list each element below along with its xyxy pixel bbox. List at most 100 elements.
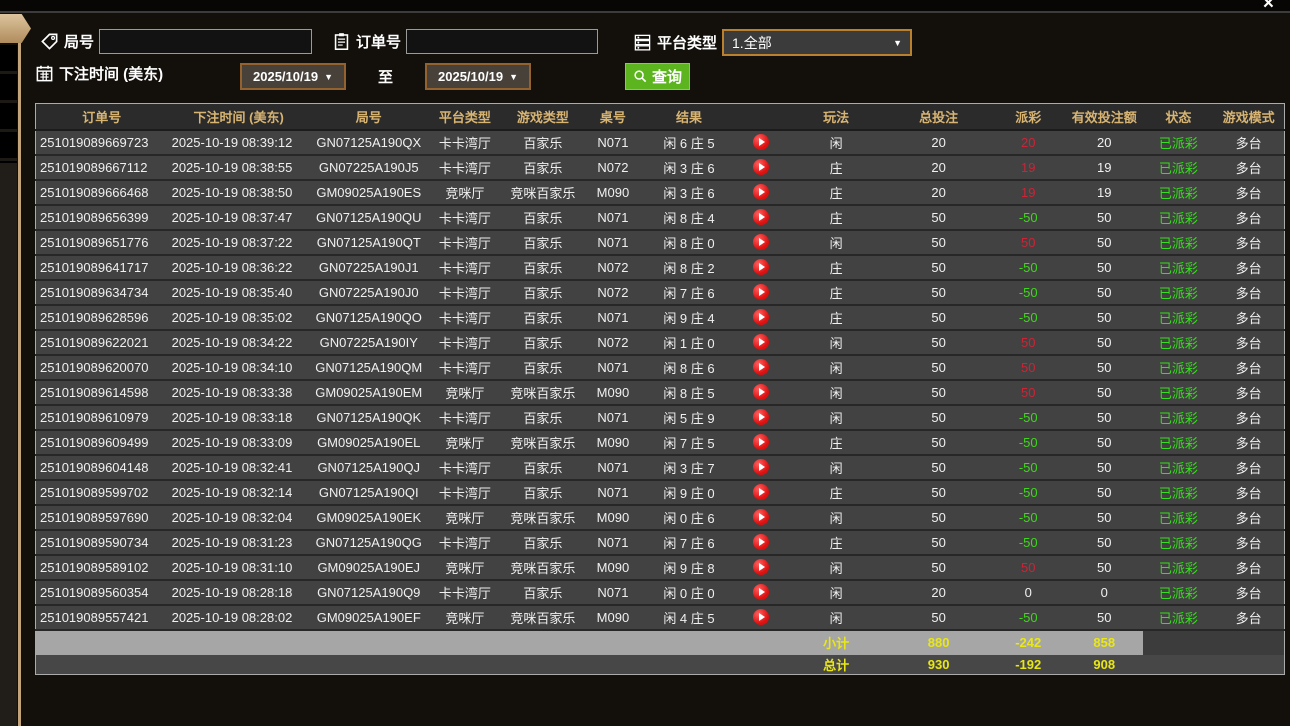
cell-result: 闲 8 庄 0	[642, 230, 736, 255]
cell-valid-bet: 50	[1065, 505, 1143, 530]
cell-time: 2025-10-19 08:33:18	[168, 405, 310, 430]
cell-mode: 多台	[1213, 305, 1284, 330]
play-triangle	[759, 488, 765, 496]
play-video-icon[interactable]	[753, 384, 769, 400]
cell-table-no: N071	[584, 530, 642, 555]
left-edge-strip	[0, 160, 17, 726]
cell-order: 251019089656399	[36, 205, 168, 230]
date-to-select[interactable]: 2025/10/19 ▼	[425, 63, 531, 90]
cell-time: 2025-10-19 08:31:10	[168, 555, 310, 580]
play-video-icon[interactable]	[753, 459, 769, 475]
cell-status: 已派彩	[1143, 330, 1213, 355]
col-game: 游戏类型	[502, 104, 584, 130]
play-video-icon[interactable]	[753, 409, 769, 425]
cell-payout: -50	[991, 605, 1065, 630]
play-video-icon[interactable]	[753, 159, 769, 175]
cell-mode: 多台	[1213, 330, 1284, 355]
platform-type-label: 平台类型	[657, 32, 717, 53]
play-video-icon[interactable]	[753, 309, 769, 325]
cell-order: 251019089622021	[36, 330, 168, 355]
play-video-icon[interactable]	[753, 559, 769, 575]
cell-result: 闲 1 庄 0	[642, 330, 736, 355]
cell-play	[736, 480, 786, 505]
cell-result: 闲 8 庄 6	[642, 355, 736, 380]
play-triangle	[759, 338, 765, 346]
cell-order: 251019089628596	[36, 305, 168, 330]
order-no-input[interactable]	[406, 29, 598, 54]
cell-status: 已派彩	[1143, 180, 1213, 205]
play-video-icon[interactable]	[753, 584, 769, 600]
subtotal-valid-bet: 858	[1065, 630, 1143, 655]
cell-valid-bet: 50	[1065, 255, 1143, 280]
cell-play	[736, 180, 786, 205]
cell-bet-type: 闲	[786, 580, 886, 605]
cell-status: 已派彩	[1143, 205, 1213, 230]
play-video-icon[interactable]	[753, 209, 769, 225]
cell-game: 百家乐	[502, 580, 584, 605]
date-to-separator: 至	[378, 66, 393, 87]
cell-payout: -50	[991, 430, 1065, 455]
cell-round: GM09025A190EJ	[310, 555, 428, 580]
play-video-icon[interactable]	[753, 484, 769, 500]
cell-valid-bet: 50	[1065, 430, 1143, 455]
play-video-icon[interactable]	[753, 184, 769, 200]
cell-game: 百家乐	[502, 230, 584, 255]
table-row: 2510190896347342025-10-19 08:35:40GN0722…	[36, 280, 1285, 305]
round-no-input[interactable]	[99, 29, 312, 54]
cell-time: 2025-10-19 08:34:10	[168, 355, 310, 380]
cell-mode: 多台	[1213, 405, 1284, 430]
cell-order: 251019089599702	[36, 480, 168, 505]
cell-game: 百家乐	[502, 530, 584, 555]
cell-payout: -50	[991, 405, 1065, 430]
cell-status: 已派彩	[1143, 130, 1213, 155]
search-icon	[633, 69, 648, 84]
play-video-icon[interactable]	[753, 534, 769, 550]
play-video-icon[interactable]	[753, 509, 769, 525]
table-row: 2510190896417172025-10-19 08:36:22GN0722…	[36, 255, 1285, 280]
play-video-icon[interactable]	[753, 284, 769, 300]
cell-bet-type: 闲	[786, 455, 886, 480]
subtotal-payout: -242	[991, 630, 1065, 655]
order-no-filter: 订单号	[332, 29, 598, 54]
cell-result: 闲 7 庄 6	[642, 530, 736, 555]
cell-status: 已派彩	[1143, 555, 1213, 580]
cell-platform: 卡卡湾厅	[428, 280, 502, 305]
calendar-icon	[35, 64, 54, 83]
total-valid-bet: 908	[1065, 655, 1143, 675]
cell-status: 已派彩	[1143, 580, 1213, 605]
cell-play	[736, 580, 786, 605]
cell-bet-type: 庄	[786, 155, 886, 180]
play-video-icon[interactable]	[753, 434, 769, 450]
play-video-icon[interactable]	[753, 609, 769, 625]
table-row: 2510190896220212025-10-19 08:34:22GN0722…	[36, 330, 1285, 355]
date-to-value: 2025/10/19	[438, 69, 503, 84]
cell-total-bet: 50	[886, 455, 991, 480]
cell-status: 已派彩	[1143, 230, 1213, 255]
table-row: 2510190896145982025-10-19 08:33:38GM0902…	[36, 380, 1285, 405]
cell-total-bet: 50	[886, 405, 991, 430]
cell-platform: 卡卡湾厅	[428, 530, 502, 555]
date-from-select[interactable]: 2025/10/19 ▼	[240, 63, 346, 90]
play-triangle	[759, 613, 765, 621]
cell-table-no: N071	[584, 480, 642, 505]
cell-game: 百家乐	[502, 130, 584, 155]
side-panel-arrow-tab[interactable]	[0, 14, 31, 43]
play-video-icon[interactable]	[753, 134, 769, 150]
cell-order: 251019089620070	[36, 355, 168, 380]
play-video-icon[interactable]	[753, 259, 769, 275]
cell-game: 竞咪百家乐	[502, 180, 584, 205]
play-video-icon[interactable]	[753, 334, 769, 350]
col-time: 下注时间 (美东)	[168, 104, 310, 130]
cell-result: 闲 0 庄 0	[642, 580, 736, 605]
cell-valid-bet: 50	[1065, 605, 1143, 630]
cell-status: 已派彩	[1143, 405, 1213, 430]
play-video-icon[interactable]	[753, 234, 769, 250]
search-button[interactable]: 查询	[625, 63, 690, 90]
close-icon[interactable]: ×	[1263, 0, 1274, 15]
cell-result: 闲 3 庄 6	[642, 180, 736, 205]
platform-type-select[interactable]: 1.全部 ▼	[722, 29, 912, 56]
table-row: 2510190895603542025-10-19 08:28:18GN0712…	[36, 580, 1285, 605]
cell-time: 2025-10-19 08:35:02	[168, 305, 310, 330]
col-bet-type: 玩法	[786, 104, 886, 130]
play-video-icon[interactable]	[753, 359, 769, 375]
